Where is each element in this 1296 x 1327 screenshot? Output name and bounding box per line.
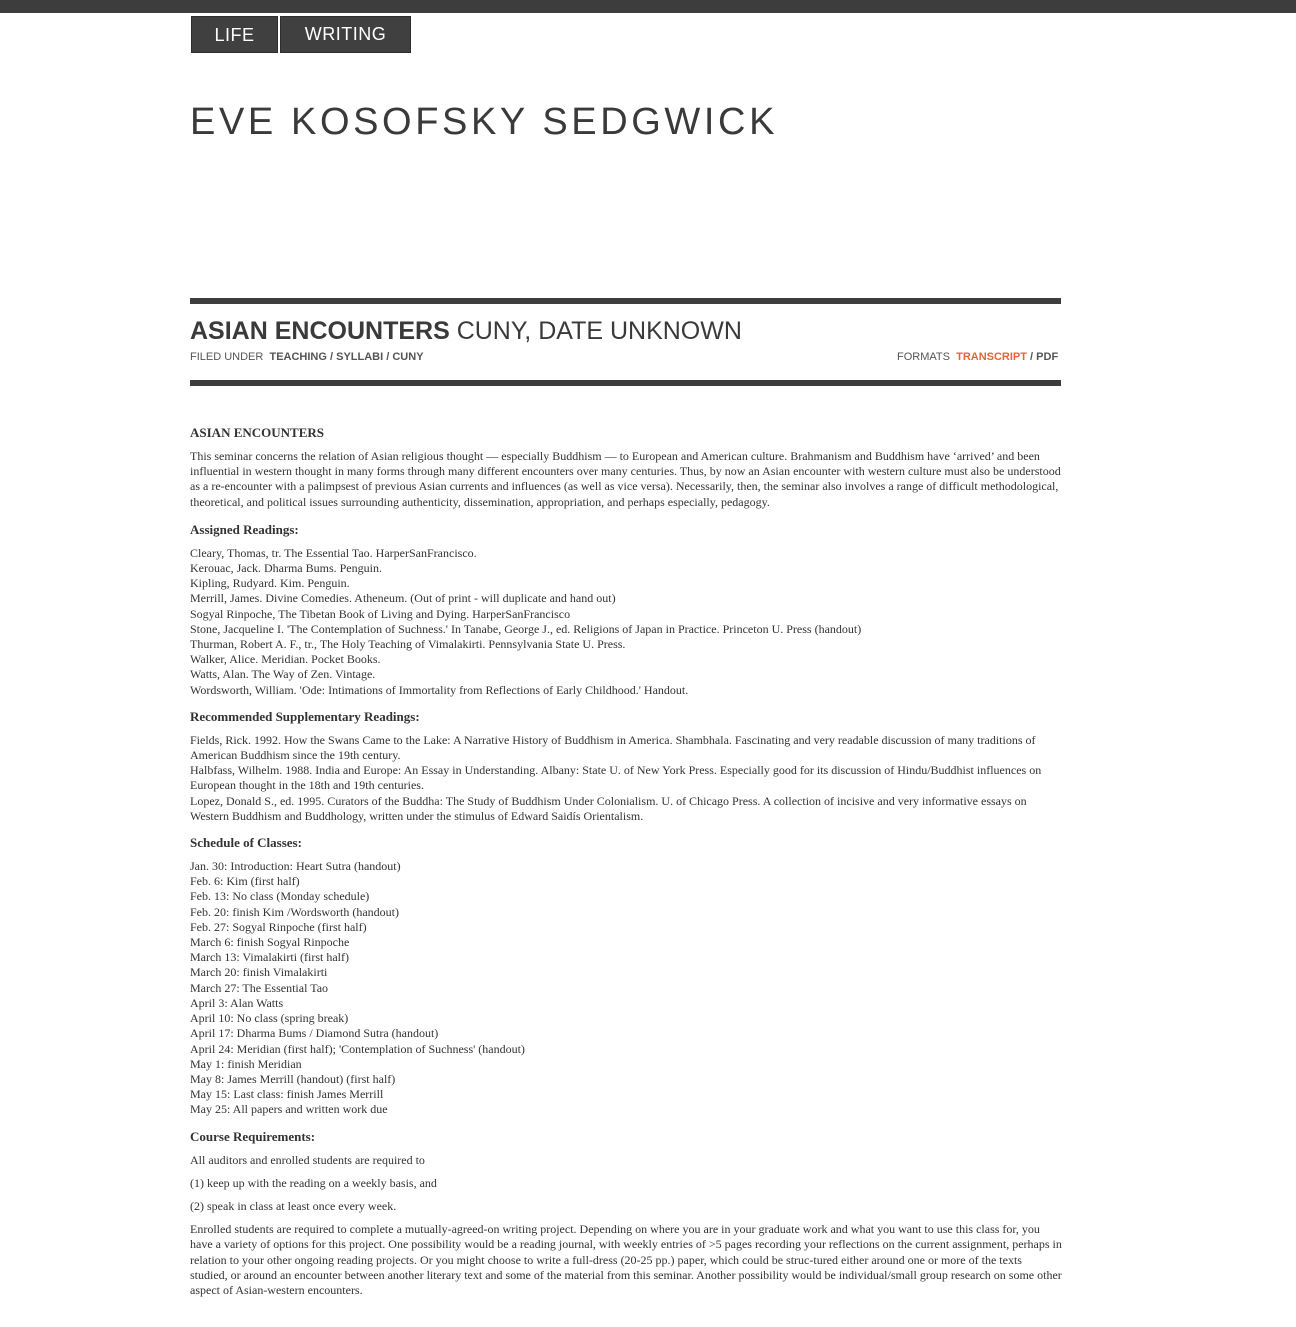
article-body: ASIAN ENCOUNTERS This seminar concerns t… xyxy=(190,425,1062,1306)
separator: / xyxy=(386,351,390,363)
list-item: Walker, Alice. Meridian. Pocket Books. xyxy=(190,652,381,667)
nav-tab-writing[interactable]: WRITING xyxy=(280,16,411,53)
post-title: ASIAN ENCOUNTERS CUNY, DATE UNKNOWN xyxy=(190,317,742,346)
format-link-pdf[interactable]: PDF xyxy=(1036,351,1058,363)
list-item: Thurman, Robert A. F., tr., The Holy Tea… xyxy=(190,637,626,652)
list-item: Sogyal Rinpoche, The Tibetan Book of Liv… xyxy=(190,606,571,621)
post-title-bold: ASIAN ENCOUNTERS xyxy=(190,317,450,345)
list-item: Wordsworth, William. 'Ode: Intimations o… xyxy=(190,682,689,697)
formats-label: FORMATS xyxy=(897,351,950,363)
category-link-syllabi[interactable]: SYLLABI xyxy=(336,351,383,363)
list-item: Watts, Alan. The Way of Zen. Vintage. xyxy=(190,667,376,682)
list-item: Fields, Rick. 1992. How the Swans Came t… xyxy=(190,732,1036,763)
site-title[interactable]: EVE KOSOFSKY SEDGWICK xyxy=(190,101,778,144)
separator: / xyxy=(1030,351,1034,363)
list-item: May 25: All papers and written work due xyxy=(190,1102,388,1117)
list-item: Kipling, Rudyard. Kim. Penguin. xyxy=(190,576,350,591)
separator: / xyxy=(329,351,334,363)
post-title-rest: CUNY, DATE UNKNOWN xyxy=(449,317,742,345)
nav-tab-life[interactable]: LIFE xyxy=(191,16,278,53)
list-item: Kerouac, Jack. Dharma Bums. Penguin. xyxy=(190,561,382,576)
top-bar xyxy=(0,0,1296,13)
requirement-item: (2) speak in class at least once every w… xyxy=(190,1198,397,1213)
list-item: Feb. 27: Sogyal Rinpoche (first half) xyxy=(190,919,367,934)
schedule-list: Jan. 30: Introduction: Heart Sutra (hand… xyxy=(190,859,1062,1117)
section-heading: ASIAN ENCOUNTERS xyxy=(190,425,324,440)
list-item: March 6: finish Sogyal Rinpoche xyxy=(190,935,350,950)
list-item: March 13: Vimalakirti (first half) xyxy=(190,950,350,965)
list-item: April 3: Alan Watts xyxy=(190,995,284,1010)
list-item: Feb. 20: finish Kim /Wordsworth (handout… xyxy=(190,904,400,919)
intro-paragraph: This seminar concerns the relation of As… xyxy=(190,449,1061,509)
assigned-readings-heading: Assigned Readings: xyxy=(190,521,299,537)
requirements-heading: Course Requirements: xyxy=(190,1128,316,1144)
schedule-heading: Schedule of Classes: xyxy=(190,835,302,851)
filed-under: FILED UNDER TEACHING / SYLLABI / CUNY xyxy=(190,351,424,363)
list-item: Feb. 6: Kim (first half) xyxy=(190,874,300,889)
requirements-enrolled: Enrolled students are required to comple… xyxy=(190,1222,1062,1297)
recommended-readings-heading: Recommended Supplementary Readings: xyxy=(190,708,420,724)
format-link-transcript[interactable]: TRANSCRIPT xyxy=(956,351,1027,363)
list-item: April 10: No class (spring break) xyxy=(190,1011,349,1026)
requirement-item: (1) keep up with the reading on a weekly… xyxy=(190,1175,437,1190)
list-item: March 27: The Essential Tao xyxy=(190,980,329,995)
category-link-cuny[interactable]: CUNY xyxy=(392,351,423,363)
list-item: April 17: Dharma Bums / Diamond Sutra (h… xyxy=(190,1026,439,1041)
recommended-readings-list: Fields, Rick. 1992. How the Swans Came t… xyxy=(190,733,1062,824)
formats: FORMATS TRANSCRIPT / PDF xyxy=(897,351,1058,363)
list-item: Stone, Jacqueline I. 'The Contemplation … xyxy=(190,621,862,636)
list-item: May 8: James Merrill (handout) (first ha… xyxy=(190,1071,396,1086)
list-item: Jan. 30: Introduction: Heart Sutra (hand… xyxy=(190,859,401,874)
list-item: March 20: finish Vimalakirti xyxy=(190,965,328,980)
list-item: Cleary, Thomas, tr. The Essential Tao. H… xyxy=(190,545,477,560)
header-divider-bottom xyxy=(190,380,1061,386)
assigned-readings-list: Cleary, Thomas, tr. The Essential Tao. H… xyxy=(190,546,1062,698)
category-link-teaching[interactable]: TEACHING xyxy=(269,351,326,363)
list-item: Halbfass, Wilhelm. 1988. India and Europ… xyxy=(190,763,1042,793)
list-item: Merrill, James. Divine Comedies. Atheneu… xyxy=(190,591,616,606)
requirements-intro: All auditors and enrolled students are r… xyxy=(190,1152,425,1167)
list-item: May 1: finish Meridian xyxy=(190,1056,302,1071)
list-item: Lopez, Donald S., ed. 1995. Curators of … xyxy=(190,793,1027,823)
header-divider-top xyxy=(190,298,1061,304)
list-item: April 24: Meridian (first half); 'Contem… xyxy=(190,1041,525,1056)
list-item: Feb. 13: No class (Monday schedule) xyxy=(190,889,370,904)
list-item: May 15: Last class: finish James Merrill xyxy=(190,1087,384,1102)
filed-under-label: FILED UNDER xyxy=(190,351,264,363)
